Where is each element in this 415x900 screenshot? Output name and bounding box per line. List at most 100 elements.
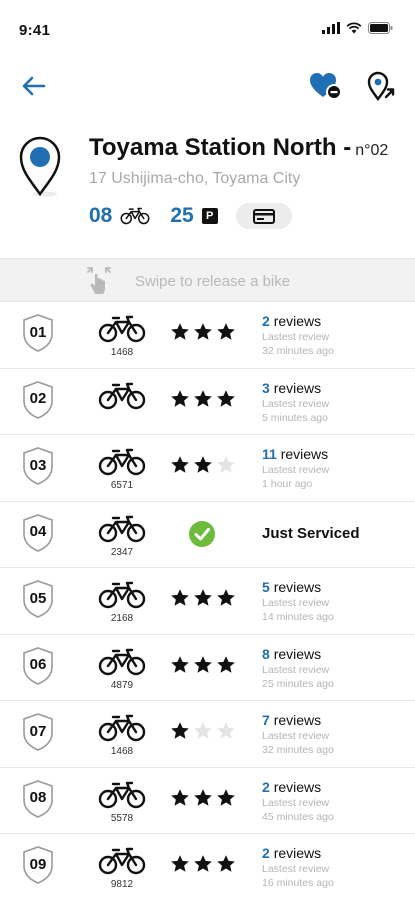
credit-card-icon <box>252 208 275 224</box>
review-count[interactable]: 7 reviews <box>262 712 321 728</box>
latest-review-time: 5 minutes ago <box>262 411 328 424</box>
bike-id: 1468 <box>110 347 134 358</box>
review-count[interactable]: 2 reviews <box>262 313 321 329</box>
review-count[interactable]: 2 reviews <box>262 845 321 861</box>
star-filled-icon <box>194 389 212 407</box>
review-word: reviews <box>273 313 322 329</box>
star-filled-icon <box>194 855 212 872</box>
slot-shield-icon: 01 <box>21 313 55 353</box>
swipe-release-bar[interactable]: Swipe to release a bike <box>0 258 415 302</box>
review-count[interactable]: 2 reviews <box>262 779 321 795</box>
latest-review-label: Lastest review <box>262 796 330 809</box>
favorite-remove-icon[interactable] <box>308 70 342 102</box>
review-count[interactable]: 8 reviews <box>262 646 321 662</box>
rating-stars <box>170 389 236 409</box>
review-word: reviews <box>273 845 322 861</box>
latest-review-time: 1 hour ago <box>262 478 313 490</box>
bikes-available-count: 08 <box>89 204 113 227</box>
serviced-check-icon <box>189 520 215 547</box>
star-filled-icon <box>194 788 212 806</box>
status-icons <box>322 22 393 34</box>
latest-review-time: 45 minutes ago <box>262 810 334 823</box>
review-number: 11 <box>262 446 277 462</box>
slot-shield-icon: 09 <box>21 845 55 885</box>
slot-shield-icon: 07 <box>21 712 55 752</box>
slot-number: 02 <box>29 390 47 407</box>
slot-number: 07 <box>29 722 47 740</box>
review-number: 2 <box>262 778 270 795</box>
latest-review-label: Lastest review <box>262 730 330 742</box>
review-count[interactable]: 11 reviews <box>262 446 328 462</box>
bike-id: 6571 <box>110 480 134 491</box>
star-filled-icon <box>171 456 189 473</box>
rating-stars <box>170 788 236 808</box>
review-number: 8 <box>262 645 270 662</box>
rating-stars <box>170 721 236 741</box>
slot-number: 03 <box>29 456 47 474</box>
rating-stars <box>170 588 236 608</box>
bike-row-03[interactable]: 03 6571 11 reviews Lastest review 1 hour ago <box>0 435 415 502</box>
card-payment-button[interactable] <box>235 203 292 229</box>
review-count[interactable]: 5 reviews <box>262 579 321 595</box>
slot-shield-icon: 08 <box>21 779 55 819</box>
bike-icon <box>98 448 146 476</box>
bike-id: 2347 <box>110 546 134 558</box>
bike-row-04[interactable]: 04 2347 Just Serviced <box>0 502 415 568</box>
latest-review-time: 32 minutes ago <box>262 744 334 756</box>
slot-shield-icon: 05 <box>21 579 55 619</box>
bike-row-06[interactable]: 06 4879 8 reviews Lastest review 25 minutes … <box>0 635 415 701</box>
bike-icon <box>98 714 146 742</box>
star-filled-icon <box>217 788 235 806</box>
battery-icon <box>368 22 393 34</box>
station-location-pin-icon <box>19 136 61 197</box>
star-filled-icon <box>217 855 235 872</box>
nav-header <box>0 60 415 110</box>
bike-row-09[interactable]: 09 9812 2 reviews Lastest review 16 minutes … <box>0 834 415 900</box>
latest-review-label: Lastest review <box>262 863 330 875</box>
slot-shield-icon: 06 <box>21 646 55 686</box>
latest-review-time: 25 minutes ago <box>262 677 334 690</box>
bike-icon <box>98 382 146 410</box>
bike-row-07[interactable]: 07 1468 7 reviews Lastest review 32 minutes … <box>0 701 415 768</box>
parking-icon: P <box>201 208 218 224</box>
star-empty-icon <box>194 722 212 739</box>
wifi-icon <box>346 22 362 34</box>
station-name: Toyama Station North - <box>89 134 352 161</box>
star-empty-icon <box>217 456 235 473</box>
review-word: reviews <box>273 379 322 396</box>
bike-row-05[interactable]: 05 2168 5 reviews Lastest review 14 minutes … <box>0 568 415 635</box>
latest-review-time: 32 minutes ago <box>262 345 334 357</box>
bike-icon <box>98 315 146 343</box>
back-arrow-icon[interactable] <box>20 72 48 100</box>
bike-row-02[interactable]: 02 3 reviews Lastest review 5 minutes ago <box>0 369 415 435</box>
bike-icon <box>98 581 146 609</box>
status-bar: 9:41 <box>0 0 415 44</box>
star-filled-icon <box>171 855 189 872</box>
bike-icon <box>98 847 146 875</box>
signal-icon <box>322 22 340 34</box>
star-filled-icon <box>194 456 212 473</box>
directions-pin-icon[interactable] <box>366 70 396 102</box>
star-filled-icon <box>171 655 189 673</box>
slot-number: 09 <box>29 855 47 873</box>
slot-shield-icon: 02 <box>21 380 55 420</box>
slot-number: 01 <box>29 323 47 341</box>
station-stats: 08 25 P <box>89 202 292 230</box>
review-number: 3 <box>262 379 270 396</box>
bike-row-01[interactable]: 01 1468 2 reviews Lastest review 32 minutes … <box>0 302 415 369</box>
review-number: 2 <box>262 845 270 861</box>
review-count[interactable]: 3 reviews <box>262 380 321 396</box>
star-empty-icon <box>217 722 235 739</box>
swipe-label: Swipe to release a bike <box>135 273 291 290</box>
review-number: 2 <box>262 313 270 329</box>
bike-row-08[interactable]: 08 5578 2 reviews Lastest review 45 minutes … <box>0 768 415 834</box>
review-word: reviews <box>273 778 322 795</box>
latest-review-label: Lastest review <box>262 464 330 476</box>
review-word: reviews <box>273 579 322 595</box>
station-address: 17 Ushijima-cho, Toyama City <box>89 170 301 187</box>
slot-shield-icon: 03 <box>21 446 55 486</box>
status-time: 9:41 <box>19 22 51 39</box>
latest-review-time: 14 minutes ago <box>262 611 334 623</box>
latest-review-label: Lastest review <box>262 331 330 343</box>
review-number: 5 <box>262 579 270 595</box>
